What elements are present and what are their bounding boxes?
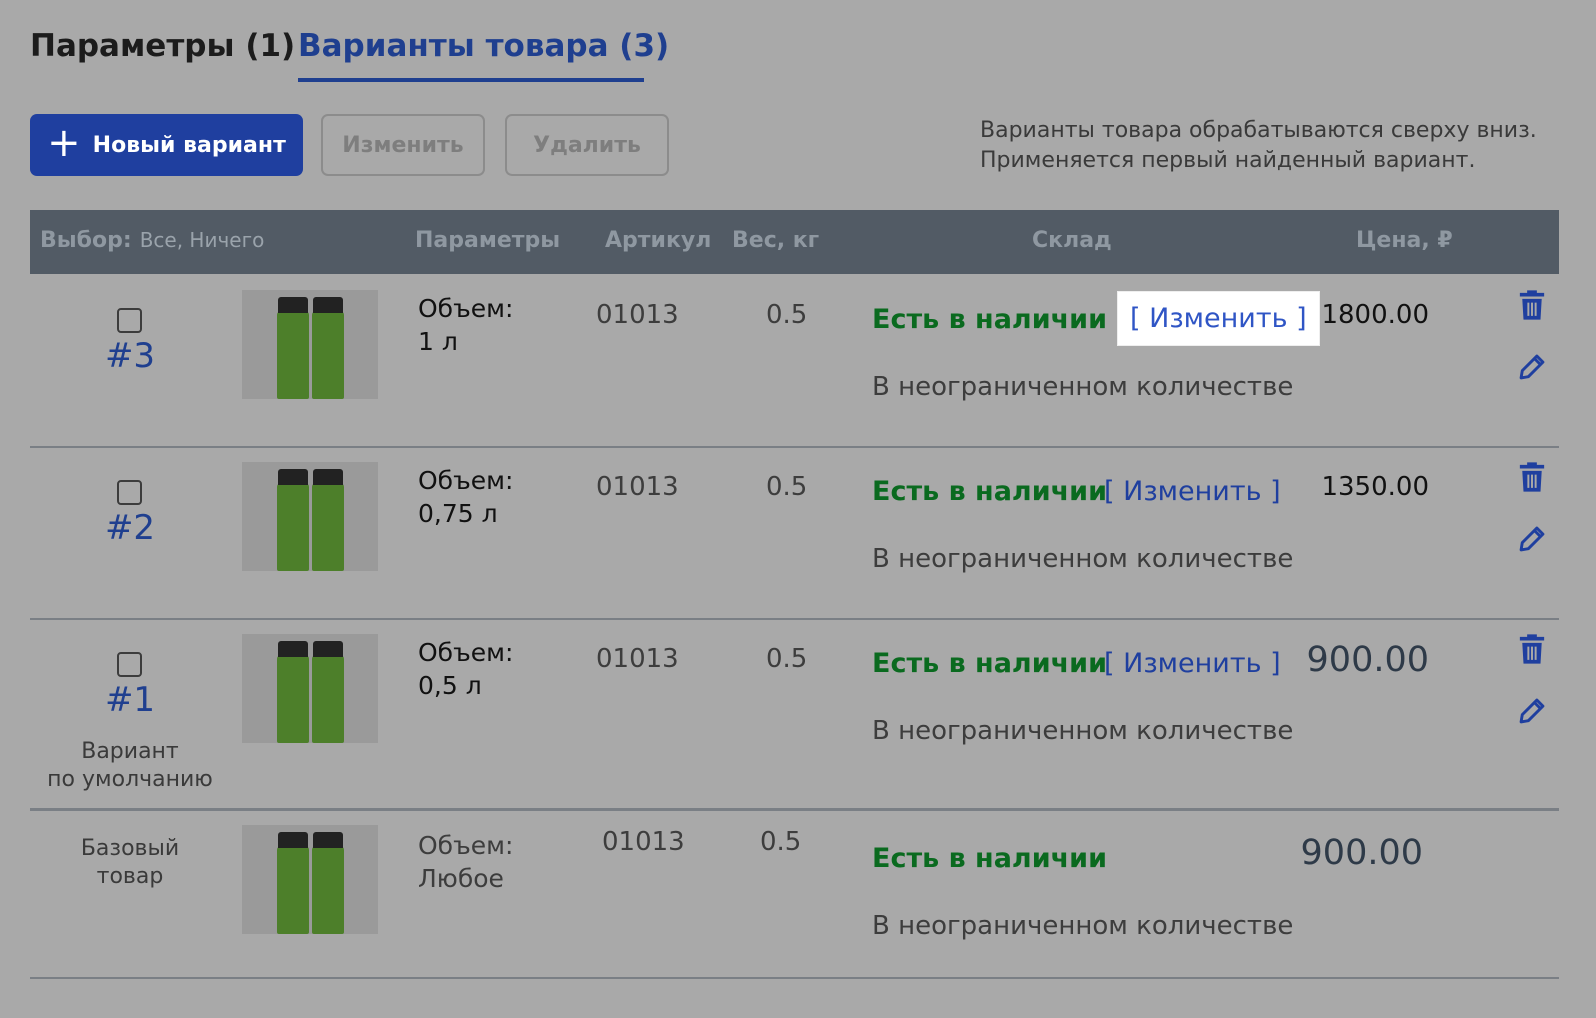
variant-price: 900.00 [1306,640,1429,680]
param-value: Любое [418,864,504,893]
pencil-icon[interactable] [1517,522,1547,556]
select-all-none-links[interactable]: Все, Ничего [140,228,265,252]
base-price: 900.00 [1300,833,1423,873]
bottle-image [277,832,309,934]
pencil-icon[interactable] [1517,694,1547,728]
product-thumbnail[interactable] [242,462,378,571]
row-divider [30,977,1559,979]
param-name: Объем: [418,294,514,323]
base-stock-quantity: В неограниченном количестве [872,911,1294,941]
variant-weight: 0.5 [766,644,808,674]
header-params: Параметры [415,228,561,253]
param-name: Объем: [418,831,514,860]
header-stock: Склад [1032,228,1112,253]
base-weight: 0.5 [760,827,802,857]
edit-button[interactable]: Изменить [321,114,485,176]
delete-button[interactable]: Удалить [505,114,669,176]
header-select-label: Выбор: [40,228,132,253]
variant-sku: 01013 [596,644,679,674]
table-row: #3 Объем: 1 л 01013 0.5 Есть в наличии [… [30,274,1559,446]
table-row: #2 Объем: 0,75 л 01013 0.5 Есть в наличи… [30,448,1559,618]
tab-variants[interactable]: Варианты товара (3) [298,28,669,64]
row-checkbox[interactable] [117,308,142,333]
bottle-image [277,297,309,399]
variant-number: #1 [104,680,156,720]
variant-price: 1350.00 [1321,472,1429,502]
bottle-image [277,469,309,571]
variant-sku: 01013 [596,472,679,502]
stock-status: Есть в наличии [872,476,1107,507]
row-checkbox[interactable] [117,480,142,505]
variant-number: #2 [104,508,156,548]
bottle-image [312,297,344,399]
base-product-label: Базовый товар [30,835,230,891]
param-value: 0,75 л [418,499,498,528]
base-label-line-2: товар [96,864,164,889]
param-name: Объем: [418,466,514,495]
new-variant-button[interactable]: + Новый вариант [30,114,303,176]
default-label-line-2: по умолчанию [47,767,213,792]
stock-quantity: В неограниченном количестве [872,716,1294,746]
bottle-image [312,641,344,743]
bottle-image [312,469,344,571]
default-label-line-1: Вариант [81,739,179,764]
variant-params: Объем: 1 л [418,292,513,358]
trash-icon[interactable] [1517,632,1547,666]
table-header: Выбор: Все, Ничего Параметры Артикул Вес,… [30,210,1559,274]
stock-change-link[interactable]: [ Изменить ] [1104,476,1281,507]
variant-price: 1800.00 [1321,300,1429,330]
active-tab-underline [298,78,644,82]
variant-weight: 0.5 [766,472,808,502]
header-sku: Артикул [605,228,712,253]
trash-icon[interactable] [1517,460,1547,494]
param-name: Объем: [418,638,514,667]
trash-icon[interactable] [1517,288,1547,322]
param-value: 1 л [418,327,458,356]
base-params: Объем: Любое [418,829,513,895]
hint-line-2: Применяется первый найденный вариант. [980,148,1476,173]
new-variant-label: Новый вариант [92,132,286,158]
variant-number: #3 [104,336,156,376]
table-row: #1 Вариант по умолчанию Объем: 0,5 л 010… [30,620,1559,808]
pencil-icon[interactable] [1517,350,1547,384]
hint-line-1: Варианты товара обрабатываются сверху вн… [980,118,1537,143]
base-label-line-1: Базовый [80,836,180,861]
base-product-row: Базовый товар Объем: Любое 01013 0.5 Ест… [30,811,1559,977]
processing-hint: Варианты товара обрабатываются сверху вн… [980,116,1560,176]
variant-params: Объем: 0,75 л [418,464,513,530]
variant-sku: 01013 [596,300,679,330]
base-sku: 01013 [602,827,685,857]
stock-quantity: В неограниченном количестве [872,372,1294,402]
stock-change-link[interactable]: [ Изменить ] [1104,648,1281,679]
tab-parameters[interactable]: Параметры (1) [30,28,295,64]
base-stock-status: Есть в наличии [872,843,1107,874]
row-checkbox[interactable] [117,652,142,677]
plus-icon: + [47,120,81,166]
param-value: 0,5 л [418,671,482,700]
header-weight: Вес, кг [732,228,820,253]
header-price: Цена, ₽ [1356,228,1453,253]
header-select: Выбор: Все, Ничего [40,228,264,253]
variant-weight: 0.5 [766,300,808,330]
default-variant-label: Вариант по умолчанию [30,738,230,794]
stock-quantity: В неограниченном количестве [872,544,1294,574]
product-thumbnail[interactable] [242,290,378,399]
bottle-image [312,832,344,934]
stock-status: Есть в наличии [872,304,1107,335]
product-thumbnail[interactable] [242,634,378,743]
product-thumbnail[interactable] [242,825,378,934]
variant-params: Объем: 0,5 л [418,636,513,702]
bottle-image [277,641,309,743]
stock-status: Есть в наличии [872,648,1107,679]
stock-change-link[interactable]: [ Изменить ] [1118,292,1319,345]
